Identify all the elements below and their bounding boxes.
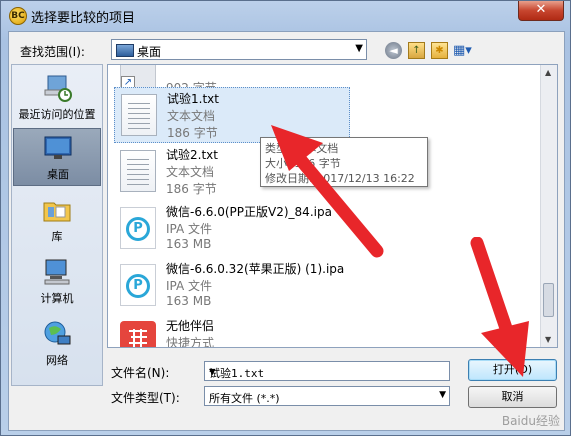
file-type: 文本文档 [167,109,216,123]
back-icon[interactable]: ◄ [385,42,402,59]
network-icon [44,321,71,345]
look-in-label: 查找范围(I): [20,45,85,59]
place-label: 网络 [46,354,68,367]
tooltip-type: 类型: 文本文档 [265,142,339,155]
ipa-file-icon: P [120,264,156,306]
look-in-dropdown[interactable]: 桌面 ▼ [111,39,367,60]
place-recent[interactable]: 最近访问的位置 [13,69,101,127]
filename-label: 文件名(N): [111,366,170,380]
file-name: 试验1.txt [167,92,219,106]
file-type: 文本文档 [166,165,215,179]
chevron-down-icon[interactable]: ▼ [439,390,446,400]
chevron-down-icon[interactable]: ▼ [209,365,446,378]
ipa-file-icon: P [120,207,156,249]
open-file-dialog: BC 选择要比较的项目 ✕ 查找范围(I): 桌面 ▼ ◄ ↑ ✱ ▦▾ 最近访… [0,0,571,436]
text-document-icon [120,150,156,192]
app-logo-icon: BC [9,7,27,25]
filename-field[interactable]: 试验1.txt ▼ [204,361,450,381]
file-size: 163 MB [166,237,212,251]
chevron-down-icon: ▼ [355,43,363,54]
file-size: 186 字节 [167,126,218,140]
list-item[interactable]: P 微信-6.6.0(PP正版V2)_84.ipa IPA 文件 163 MB [114,201,350,257]
close-button[interactable]: ✕ [518,1,564,21]
place-label: 桌面 [47,168,69,181]
place-network[interactable]: 网络 [13,315,101,373]
vertical-scrollbar[interactable]: ▲ ▼ [540,65,557,347]
title-bar[interactable]: BC 选择要比较的项目 ✕ [1,1,570,29]
file-type: IPA 文件 [166,279,213,293]
filetype-label: 文件类型(T): [111,391,180,405]
file-name: 无他伴侣 [166,319,215,333]
place-desktop[interactable]: 桌面 [13,128,101,186]
list-item[interactable]: 无他伴侣 快捷方式 [114,315,350,348]
file-list[interactable]: ↗ 902 字节 试验1.txt 文本文档 186 字节 试验2.txt 文本文… [107,64,558,348]
place-label: 库 [51,230,63,243]
views-menu-icon[interactable]: ▦▾ [453,42,479,59]
look-in-value: 桌面 [137,45,162,59]
tooltip-size: 大小: 186 字节 [265,157,341,170]
places-bar: 最近访问的位置 桌面 库 计算机 网络 [11,64,103,386]
recent-places-icon [44,75,72,102]
scrollbar-thumb[interactable] [543,283,554,317]
desktop-icon [116,44,134,57]
file-size: 186 字节 [166,182,217,196]
new-folder-icon[interactable]: ✱ [431,42,448,59]
watermark: Baidu经验 [501,414,560,428]
tooltip-date: 修改日期: 2017/12/13 16:22 [265,172,415,185]
file-info-tooltip: 类型: 文本文档 大小: 186 字节 修改日期: 2017/12/13 16:… [260,137,428,187]
cancel-button[interactable]: 取消 [468,386,557,408]
filetype-dropdown[interactable]: 所有文件 (*.*) ▼ [204,386,450,406]
open-button[interactable]: 打开(O) [468,359,557,381]
desktop-icon [44,136,72,159]
scroll-up-icon[interactable]: ▲ [545,68,551,77]
app-shortcut-icon [120,321,156,347]
filetype-value: 所有文件 (*.*) [209,392,280,405]
file-type: IPA 文件 [166,222,213,236]
list-item-selected[interactable]: 试验1.txt 文本文档 186 字节 [114,87,350,143]
file-type: 快捷方式 [166,336,215,348]
up-folder-icon[interactable]: ↑ [408,42,425,59]
window-title: 选择要比较的项目 [31,11,136,26]
libraries-icon [43,202,71,222]
place-label: 最近访问的位置 [18,108,96,121]
file-name: 微信-6.6.0.32(苹果正版) (1).ipa [166,262,345,276]
file-name: 微信-6.6.0(PP正版V2)_84.ipa [166,205,332,219]
text-document-icon [121,94,157,136]
scroll-down-icon[interactable]: ▼ [545,335,551,344]
computer-icon [44,259,70,285]
place-computer[interactable]: 计算机 [13,253,101,311]
place-libraries[interactable]: 库 [13,191,101,249]
place-label: 计算机 [40,292,74,305]
file-name: 试验2.txt [166,148,218,162]
file-size: 163 MB [166,294,212,308]
list-item[interactable]: P 微信-6.6.0.32(苹果正版) (1).ipa IPA 文件 163 M… [114,258,350,314]
